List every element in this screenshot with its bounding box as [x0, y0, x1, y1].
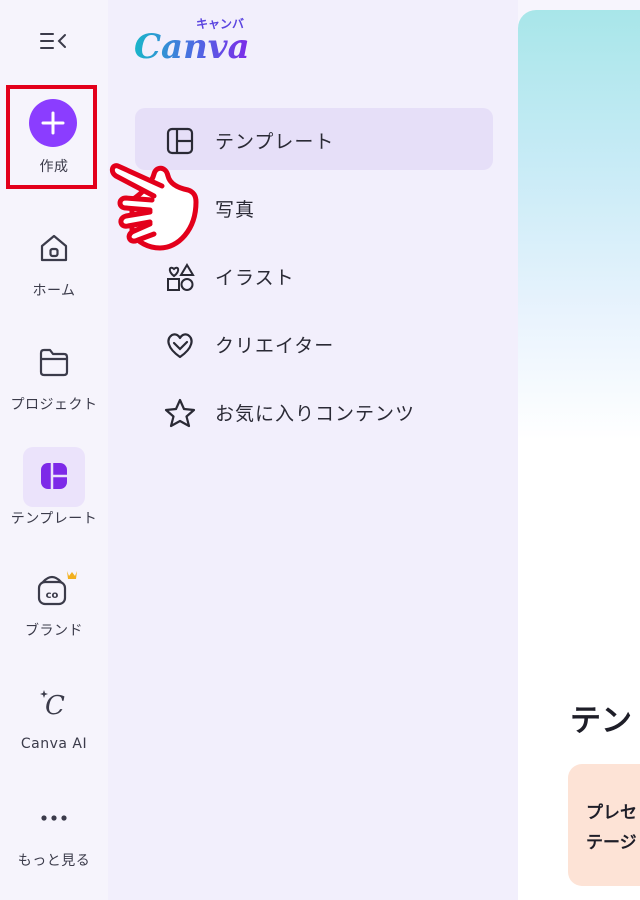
rail-item-canva-ai[interactable]: C Canva AI	[0, 686, 108, 752]
brand-icon: co	[37, 571, 77, 606]
panel-item-favorites[interactable]: お気に入りコンテンツ	[135, 380, 493, 442]
panel-item-creators[interactable]: クリエイター	[135, 312, 493, 374]
svg-text:C: C	[45, 691, 65, 721]
panel-label-photos: 写真	[215, 199, 256, 221]
plus-icon	[41, 111, 65, 135]
rail-item-templates[interactable]: テンプレート	[0, 458, 108, 528]
rail-label-brand: ブランド	[25, 623, 83, 639]
more-icon	[41, 815, 67, 821]
rail-item-create[interactable]: 作成	[0, 156, 108, 176]
panel-label-favorites: お気に入りコンテンツ	[215, 403, 416, 425]
rail-item-home[interactable]: ホーム	[0, 230, 108, 300]
hero-banner	[518, 10, 640, 440]
crown-icon	[67, 571, 77, 579]
rail-label-create: 作成	[39, 159, 69, 175]
rail-label-canva-ai: Canva AI	[20, 736, 88, 752]
rail-label-more: もっと見る	[17, 853, 91, 869]
pointing-hand-icon	[109, 163, 199, 251]
left-rail: 作成 ホーム プロジェクト テンプレート co ブランド C Canva AI …	[0, 0, 109, 900]
create-button[interactable]	[29, 99, 77, 147]
collapse-menu-icon[interactable]	[38, 27, 70, 55]
card-label-line2: テージ	[586, 833, 637, 853]
template-icon	[41, 463, 67, 489]
svg-text:Canva: Canva	[134, 27, 250, 64]
section-heading: テン	[570, 703, 632, 739]
panel-label-templates: テンプレート	[215, 131, 335, 153]
svg-text:co: co	[46, 590, 59, 601]
rail-label-projects: プロジェクト	[10, 397, 98, 413]
rail-label-home: ホーム	[32, 283, 76, 299]
card-label: プレセ テージ	[586, 798, 637, 858]
heart-creator-icon	[167, 333, 193, 359]
folder-icon	[39, 348, 69, 377]
rail-item-brand[interactable]: co ブランド	[0, 570, 108, 640]
canva-logo[interactable]: Canva キャンバ	[134, 14, 264, 68]
panel-label-illustrations: イラスト	[215, 267, 295, 289]
rail-label-templates: テンプレート	[10, 511, 98, 527]
star-icon	[164, 398, 196, 428]
home-icon	[40, 234, 68, 262]
canva-app: 作成 ホーム プロジェクト テンプレート co ブランド C Canva AI …	[0, 0, 640, 900]
svg-text:キャンバ: キャンバ	[196, 17, 244, 31]
category-card[interactable]: プレセ テージ	[568, 764, 640, 886]
canva-ai-icon: C	[40, 690, 65, 721]
rail-item-projects[interactable]: プロジェクト	[0, 344, 108, 414]
card-label-line1: プレセ	[586, 803, 637, 823]
rail-item-more[interactable]: もっと見る	[0, 806, 108, 870]
main-content: テン プレセ テージ	[518, 10, 640, 900]
panel-label-creators: クリエイター	[215, 335, 335, 357]
shapes-icon	[167, 263, 195, 291]
